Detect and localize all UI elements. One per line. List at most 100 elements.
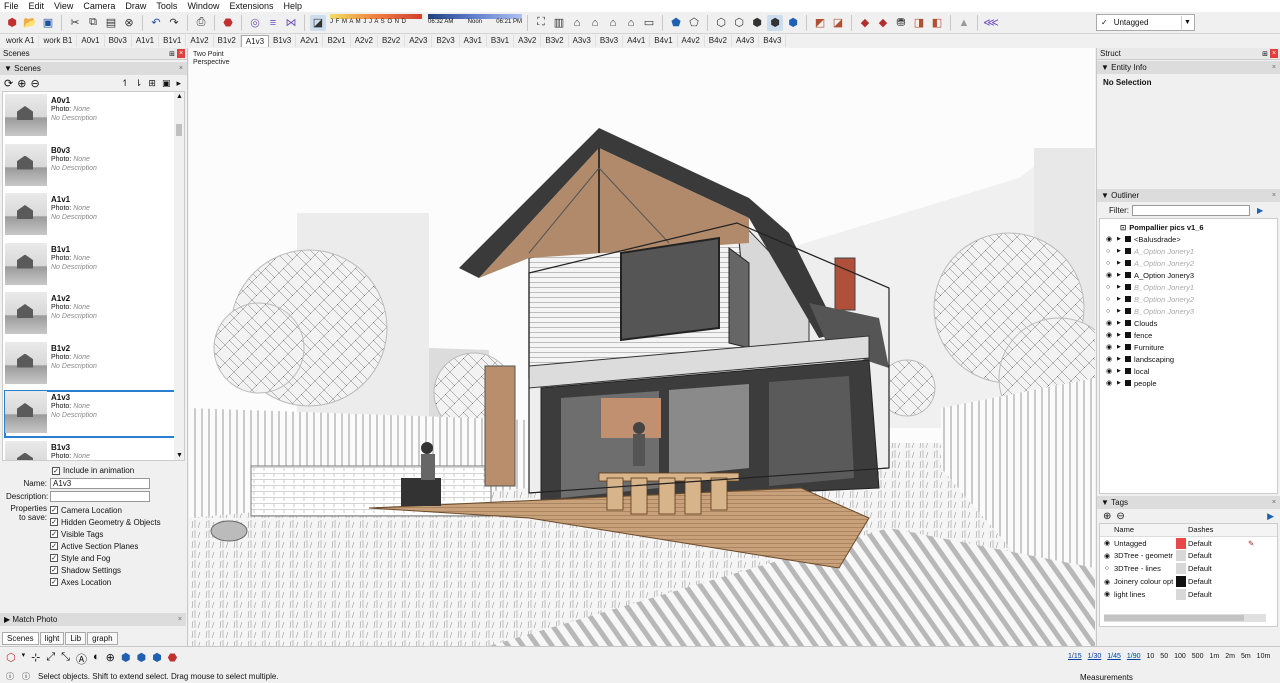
tags-col-dashes[interactable]: Dashes xyxy=(1188,525,1248,534)
outliner-item[interactable]: ○ ▶ A_Option Jonery1 xyxy=(1100,245,1277,257)
tags-header[interactable]: ▼ Tags × xyxy=(1097,496,1280,509)
scene-list-item[interactable]: A0v1 Photo: None No Description xyxy=(3,92,184,142)
outliner-item[interactable]: ◉ ▶ Furniture xyxy=(1100,341,1277,353)
menu-view[interactable]: View xyxy=(54,1,73,11)
expand-arrow-icon[interactable]: ▶ xyxy=(1117,248,1122,254)
tag-dashes[interactable]: Default xyxy=(1188,590,1248,599)
chevron-down-icon[interactable]: ▼ xyxy=(176,452,183,459)
scene-tab[interactable]: A2v1 xyxy=(296,35,324,47)
print-icon[interactable]: ⎙ xyxy=(193,15,209,31)
shadow-month-slider[interactable]: J F M A M J J A S O N D xyxy=(330,13,422,32)
back-edges-icon[interactable]: ⬠ xyxy=(686,15,702,31)
menu-edit[interactable]: Edit xyxy=(29,1,45,11)
scale-button[interactable]: 1/90 xyxy=(1127,653,1141,660)
orbit-icon[interactable]: ⊕ xyxy=(106,651,115,667)
scene-tab[interactable]: A4v3 xyxy=(732,35,760,47)
expand-arrow-icon[interactable]: ▶ xyxy=(1117,308,1122,314)
position-camera-icon[interactable]: ⬣ xyxy=(168,651,178,667)
expand-arrow-icon[interactable]: ▶ xyxy=(1117,344,1122,350)
property-checkbox[interactable]: ✓ xyxy=(50,530,58,538)
scale-button[interactable]: 50 xyxy=(1160,653,1168,660)
hidden-eye-icon[interactable]: ○ xyxy=(1106,284,1114,291)
add-tag-icon[interactable]: ⊕ xyxy=(1103,511,1111,522)
eye-icon[interactable]: ◉ xyxy=(1100,590,1114,598)
wireframe-icon[interactable]: ⬡ xyxy=(713,15,729,31)
tag-color-swatch[interactable] xyxy=(1176,537,1186,549)
property-checkbox[interactable]: ✓ xyxy=(50,566,58,574)
scale-button[interactable]: 100 xyxy=(1174,653,1186,660)
entity-info-header[interactable]: ▼ Entity Info × xyxy=(1097,61,1280,74)
expand-arrow-icon[interactable]: ▶ xyxy=(1117,368,1122,374)
outliner-item[interactable]: ◉ ▶ landscaping xyxy=(1100,353,1277,365)
tag-dashes[interactable]: Default xyxy=(1188,564,1248,573)
open-icon[interactable]: 📂 xyxy=(22,15,38,31)
move-scene-up-icon[interactable]: ↿ xyxy=(121,78,129,89)
scale-button[interactable]: 2m xyxy=(1225,653,1235,660)
hidden-eye-icon[interactable]: ○ xyxy=(1106,308,1114,315)
axes-tool-icon[interactable]: ⊹ xyxy=(31,651,40,667)
property-checkbox[interactable]: ✓ xyxy=(50,542,58,550)
match-photo-header[interactable]: ▶ Match Photo × xyxy=(0,613,186,626)
expand-arrow-icon[interactable]: ▶ xyxy=(1117,332,1122,338)
shaded-textures-icon[interactable]: ⬢ xyxy=(767,14,783,31)
scene-tab[interactable]: A0v1 xyxy=(77,35,105,47)
pencil-icon[interactable]: ✎ xyxy=(1248,539,1254,548)
scene-tab[interactable]: A4v1 xyxy=(623,35,651,47)
info-icon[interactable]: ⓘ xyxy=(6,671,14,682)
expand-arrow-icon[interactable]: ▶ xyxy=(1117,380,1122,386)
pan-icon[interactable]: ⬢ xyxy=(121,651,131,667)
close-icon[interactable]: × xyxy=(1270,49,1278,58)
eye-icon[interactable]: ◉ xyxy=(1100,552,1114,560)
outliner-item[interactable]: ○ ▶ B_Option Jonery1 xyxy=(1100,281,1277,293)
pin-icon[interactable]: ⊞ xyxy=(1262,50,1268,58)
eye-icon[interactable]: ◉ xyxy=(1106,319,1114,327)
scenes-section-header[interactable]: ▼ Scenes × xyxy=(0,62,187,75)
outliner-item[interactable]: ◉ ▶ people xyxy=(1100,377,1277,389)
outliner-filter-input[interactable] xyxy=(1132,204,1250,216)
tape-tool-icon[interactable]: ⤡ xyxy=(61,651,70,667)
remove-scene-icon[interactable]: ⊖ xyxy=(30,77,39,90)
scene-description-input[interactable] xyxy=(50,491,150,502)
scale-button[interactable]: 1/45 xyxy=(1107,653,1121,660)
close-section-icon[interactable]: × xyxy=(179,65,183,72)
close-section-icon[interactable]: × xyxy=(1272,192,1276,199)
new-icon[interactable]: ⬢ xyxy=(4,15,20,31)
menu-draw[interactable]: Draw xyxy=(125,1,146,11)
zoom-extents-icon[interactable]: ⛶ xyxy=(533,15,549,31)
menu-file[interactable]: File xyxy=(4,1,19,11)
property-checkbox[interactable]: ✓ xyxy=(50,578,58,586)
shaded-icon[interactable]: ⬢ xyxy=(749,15,765,31)
section-planes-icon[interactable]: ≡ xyxy=(265,15,281,31)
outliner-header[interactable]: ▼ Outliner × xyxy=(1097,189,1280,202)
close-section-icon[interactable]: × xyxy=(178,616,182,623)
outliner-options-icon[interactable]: ▶ xyxy=(1257,206,1263,215)
scene-tab[interactable]: B3v1 xyxy=(487,35,515,47)
tag-color-swatch[interactable] xyxy=(1176,563,1186,575)
extension-manager-icon[interactable]: ◧ xyxy=(929,15,945,31)
active-tag-select[interactable]: ✓ Untagged ▼ xyxy=(1096,14,1195,31)
hidden-geometry-icon[interactable]: ◎ xyxy=(247,15,263,31)
redo-icon[interactable]: ↷ xyxy=(166,15,182,31)
scale-button[interactable]: 1/30 xyxy=(1088,653,1102,660)
tag-dashes[interactable]: Default xyxy=(1188,577,1248,586)
section-cuts-icon[interactable]: ⋈ xyxy=(283,15,299,31)
expand-arrow-icon[interactable]: ▶ xyxy=(1117,296,1122,302)
pin-icon[interactable]: ⊞ xyxy=(169,50,175,58)
eye-icon[interactable]: ◉ xyxy=(1106,379,1114,387)
menu-camera[interactable]: Camera xyxy=(83,1,115,11)
tags-hscrollbar[interactable] xyxy=(1104,614,1266,622)
cut-icon[interactable]: ✂ xyxy=(67,15,83,31)
tags-options-icon[interactable]: ▶ xyxy=(1267,511,1274,522)
section-tool-icon[interactable]: ◐ xyxy=(93,651,100,667)
scale-button[interactable]: 500 xyxy=(1192,653,1204,660)
scene-tab[interactable]: A1v2 xyxy=(186,35,214,47)
eye-icon[interactable]: ◉ xyxy=(1106,235,1114,243)
expand-arrow-icon[interactable]: ▶ xyxy=(1117,272,1122,278)
scene-tab[interactable]: B4v1 xyxy=(650,35,678,47)
close-icon[interactable]: × xyxy=(177,49,185,58)
scale-button[interactable]: 10m xyxy=(1257,653,1271,660)
view-options-icon[interactable]: ⊞ xyxy=(148,78,156,89)
scene-tab[interactable]: A1v1 xyxy=(132,35,160,47)
close-section-icon[interactable]: × xyxy=(1272,499,1276,506)
outliner-item[interactable]: ◉ ▶ <Balusdrade> xyxy=(1100,233,1277,245)
